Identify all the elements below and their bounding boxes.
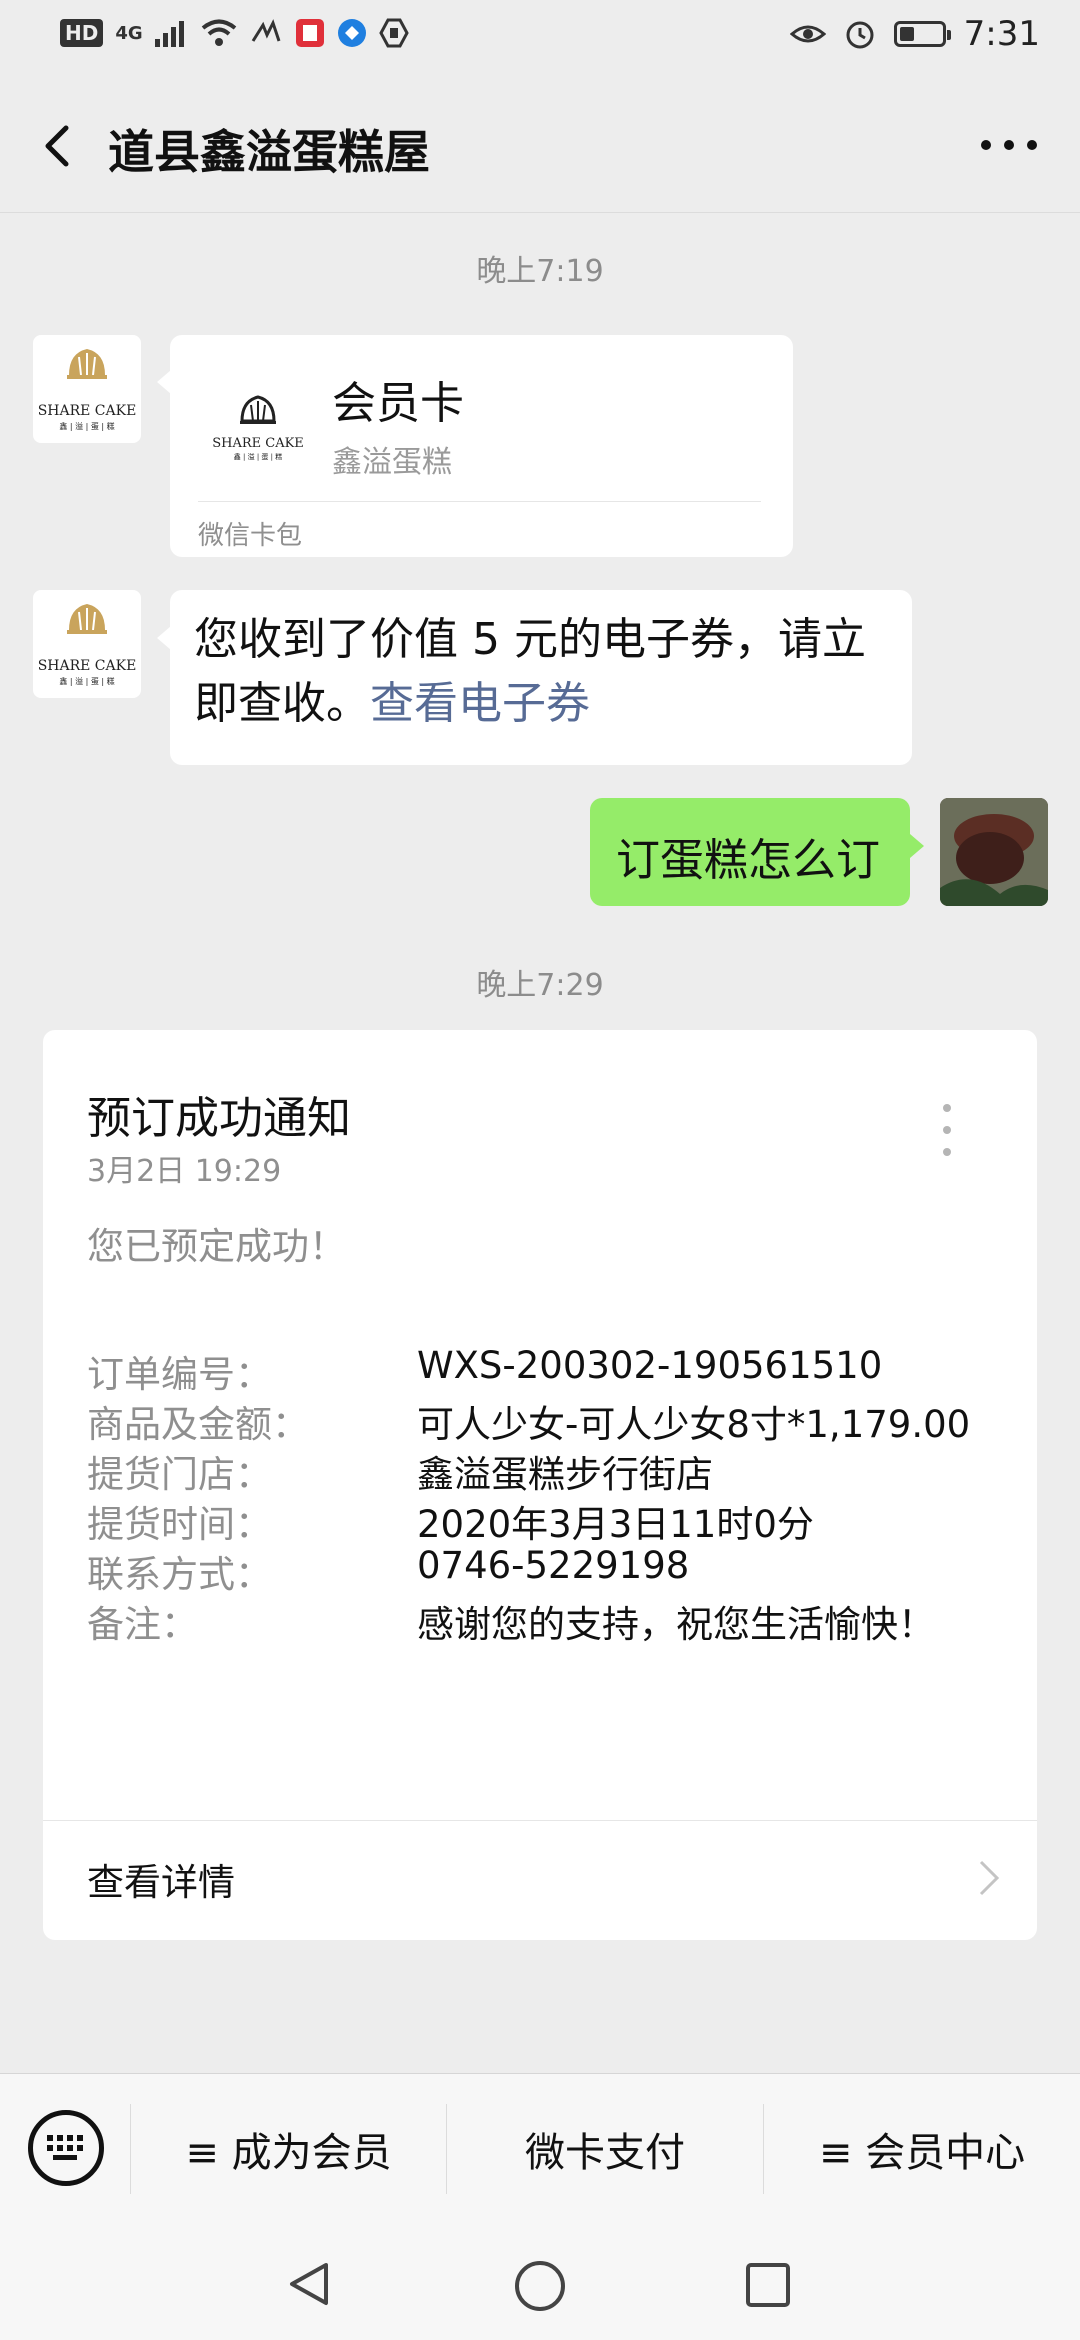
order-notification-card[interactable]: 预订成功通知 3月2日 19:29 您已预定成功！ 订单编号： WXS-2003… — [43, 1030, 1037, 1940]
card-source: 微信卡包 — [198, 521, 303, 551]
cake-photo — [940, 798, 1048, 906]
account-menu-bar: ≡ 成为会员 微卡支付 ≡ 会员中心 — [0, 2073, 1080, 2224]
row-value: WXS-200302-190561510 — [417, 1344, 883, 1387]
battery-fill — [899, 27, 914, 41]
notification-title: 预订成功通知 — [87, 1093, 351, 1144]
nav-recents-icon[interactable] — [744, 2261, 792, 2309]
row-value: 感谢您的支持，祝您生活愉快！ — [417, 1603, 935, 1646]
coupon-text: 您收到了价值 5 元的电子券，请立即查收。查看电子券 — [194, 614, 866, 729]
avatar[interactable]: SHARE CAKE 鑫 | 溢 | 蛋 | 糕 — [33, 335, 141, 443]
nav-back-icon[interactable] — [284, 2259, 334, 2309]
shield-app-icon — [378, 18, 409, 48]
card-title: 会员卡 — [332, 378, 464, 429]
row-value: 鑫溢蛋糕步行街店 — [417, 1453, 713, 1496]
coupon-message-bubble[interactable]: 您收到了价值 5 元的电子券，请立即查收。查看电子券 — [170, 590, 912, 765]
divider — [198, 501, 761, 502]
row-value: 0746-5229198 — [417, 1544, 690, 1587]
system-nav-bar — [0, 2223, 1080, 2340]
battery-icon — [893, 21, 951, 47]
svg-text:SHARE CAKE: SHARE CAKE — [38, 658, 137, 674]
keyboard-glyph — [47, 2135, 83, 2160]
order-row: 备注： 感谢您的支持，祝您生活愉快！ — [87, 1594, 1007, 1654]
row-label: 提货门店： — [87, 1453, 272, 1496]
row-value: 可人少女-可人少女8寸*1,179.00 — [417, 1403, 971, 1446]
back-arrow-icon[interactable] — [30, 116, 90, 176]
hd-badge: HD — [60, 19, 104, 47]
alarm-icon — [846, 21, 874, 49]
chat-header: 道县鑫溢蛋糕屋 — [0, 80, 1080, 213]
svg-text:鑫 | 溢 | 蛋 | 糕: 鑫 | 溢 | 蛋 | 糕 — [59, 676, 114, 686]
menu-member-center[interactable]: ≡ 会员中心 — [764, 2074, 1080, 2224]
chevron-right-icon — [979, 1860, 1000, 1896]
menu-weika-pay[interactable]: 微卡支付 — [447, 2074, 763, 2224]
status-icons-right: 7:31 — [789, 14, 1040, 54]
more-icon[interactable] — [974, 120, 1044, 170]
carrier-icon — [251, 19, 281, 42]
divider — [43, 1820, 1037, 1821]
keyboard-icon[interactable] — [28, 2110, 104, 2186]
menu-become-member[interactable]: ≡ 成为会员 — [131, 2074, 446, 2224]
user-avatar[interactable] — [940, 798, 1048, 906]
wifi-icon — [201, 19, 236, 46]
share-cake-logo: SHARE CAKE 鑫 | 溢 | 蛋 | 糕 — [38, 349, 137, 431]
status-icons-left: HD 4G — [60, 18, 409, 48]
row-label: 订单编号： — [87, 1353, 272, 1396]
notification-message: 您已预定成功！ — [87, 1225, 346, 1268]
avatar[interactable]: SHARE CAKE 鑫 | 溢 | 蛋 | 糕 — [33, 590, 141, 698]
card-logo: SHARE CAKE 鑫 | 溢 | 蛋 | 糕 — [212, 395, 304, 461]
share-cake-logo: SHARE CAKE 鑫 | 溢 | 蛋 | 糕 — [38, 604, 137, 686]
row-label: 商品及金额： — [87, 1403, 309, 1446]
blue-app-icon — [337, 19, 366, 47]
timestamp: 晚上7:29 — [476, 968, 604, 1003]
svg-text:SHARE CAKE: SHARE CAKE — [212, 436, 304, 451]
red-app-icon — [295, 19, 324, 47]
view-details-button[interactable]: 查看详情 — [87, 1852, 235, 1906]
row-label: 联系方式： — [87, 1553, 272, 1596]
user-message-text: 订蛋糕怎么订 — [616, 835, 880, 886]
user-message-bubble[interactable]: 订蛋糕怎么订 — [590, 798, 910, 906]
card-subtitle: 鑫溢蛋糕 — [332, 445, 452, 480]
row-label: 提货时间： — [87, 1503, 272, 1546]
signal-icon — [154, 21, 184, 47]
row-value: 2020年3月3日11时0分 — [417, 1503, 814, 1546]
svg-text:鑫 | 溢 | 蛋 | 糕: 鑫 | 溢 | 蛋 | 糕 — [59, 421, 114, 431]
svg-text:鑫 | 溢 | 蛋 | 糕: 鑫 | 溢 | 蛋 | 糕 — [234, 452, 282, 461]
view-coupon-link[interactable]: 查看电子券 — [370, 678, 590, 729]
eye-icon — [789, 25, 826, 43]
member-card-bubble[interactable]: SHARE CAKE 鑫 | 溢 | 蛋 | 糕 会员卡 鑫溢蛋糕 微信卡包 — [170, 335, 793, 557]
notification-date: 3月2日 19:29 — [87, 1154, 282, 1189]
kebab-menu-icon[interactable] — [937, 1100, 957, 1160]
clock: 7:31 — [963, 14, 1040, 54]
nav-home-icon[interactable] — [513, 2259, 567, 2313]
status-bar: HD 4G 7:31 — [0, 0, 1080, 80]
network-type: 4G — [115, 22, 143, 44]
chat-title: 道县鑫溢蛋糕屋 — [108, 125, 430, 179]
svg-text:SHARE CAKE: SHARE CAKE — [38, 403, 137, 419]
row-label: 备注： — [87, 1603, 198, 1646]
timestamp: 晚上7:19 — [476, 254, 604, 289]
